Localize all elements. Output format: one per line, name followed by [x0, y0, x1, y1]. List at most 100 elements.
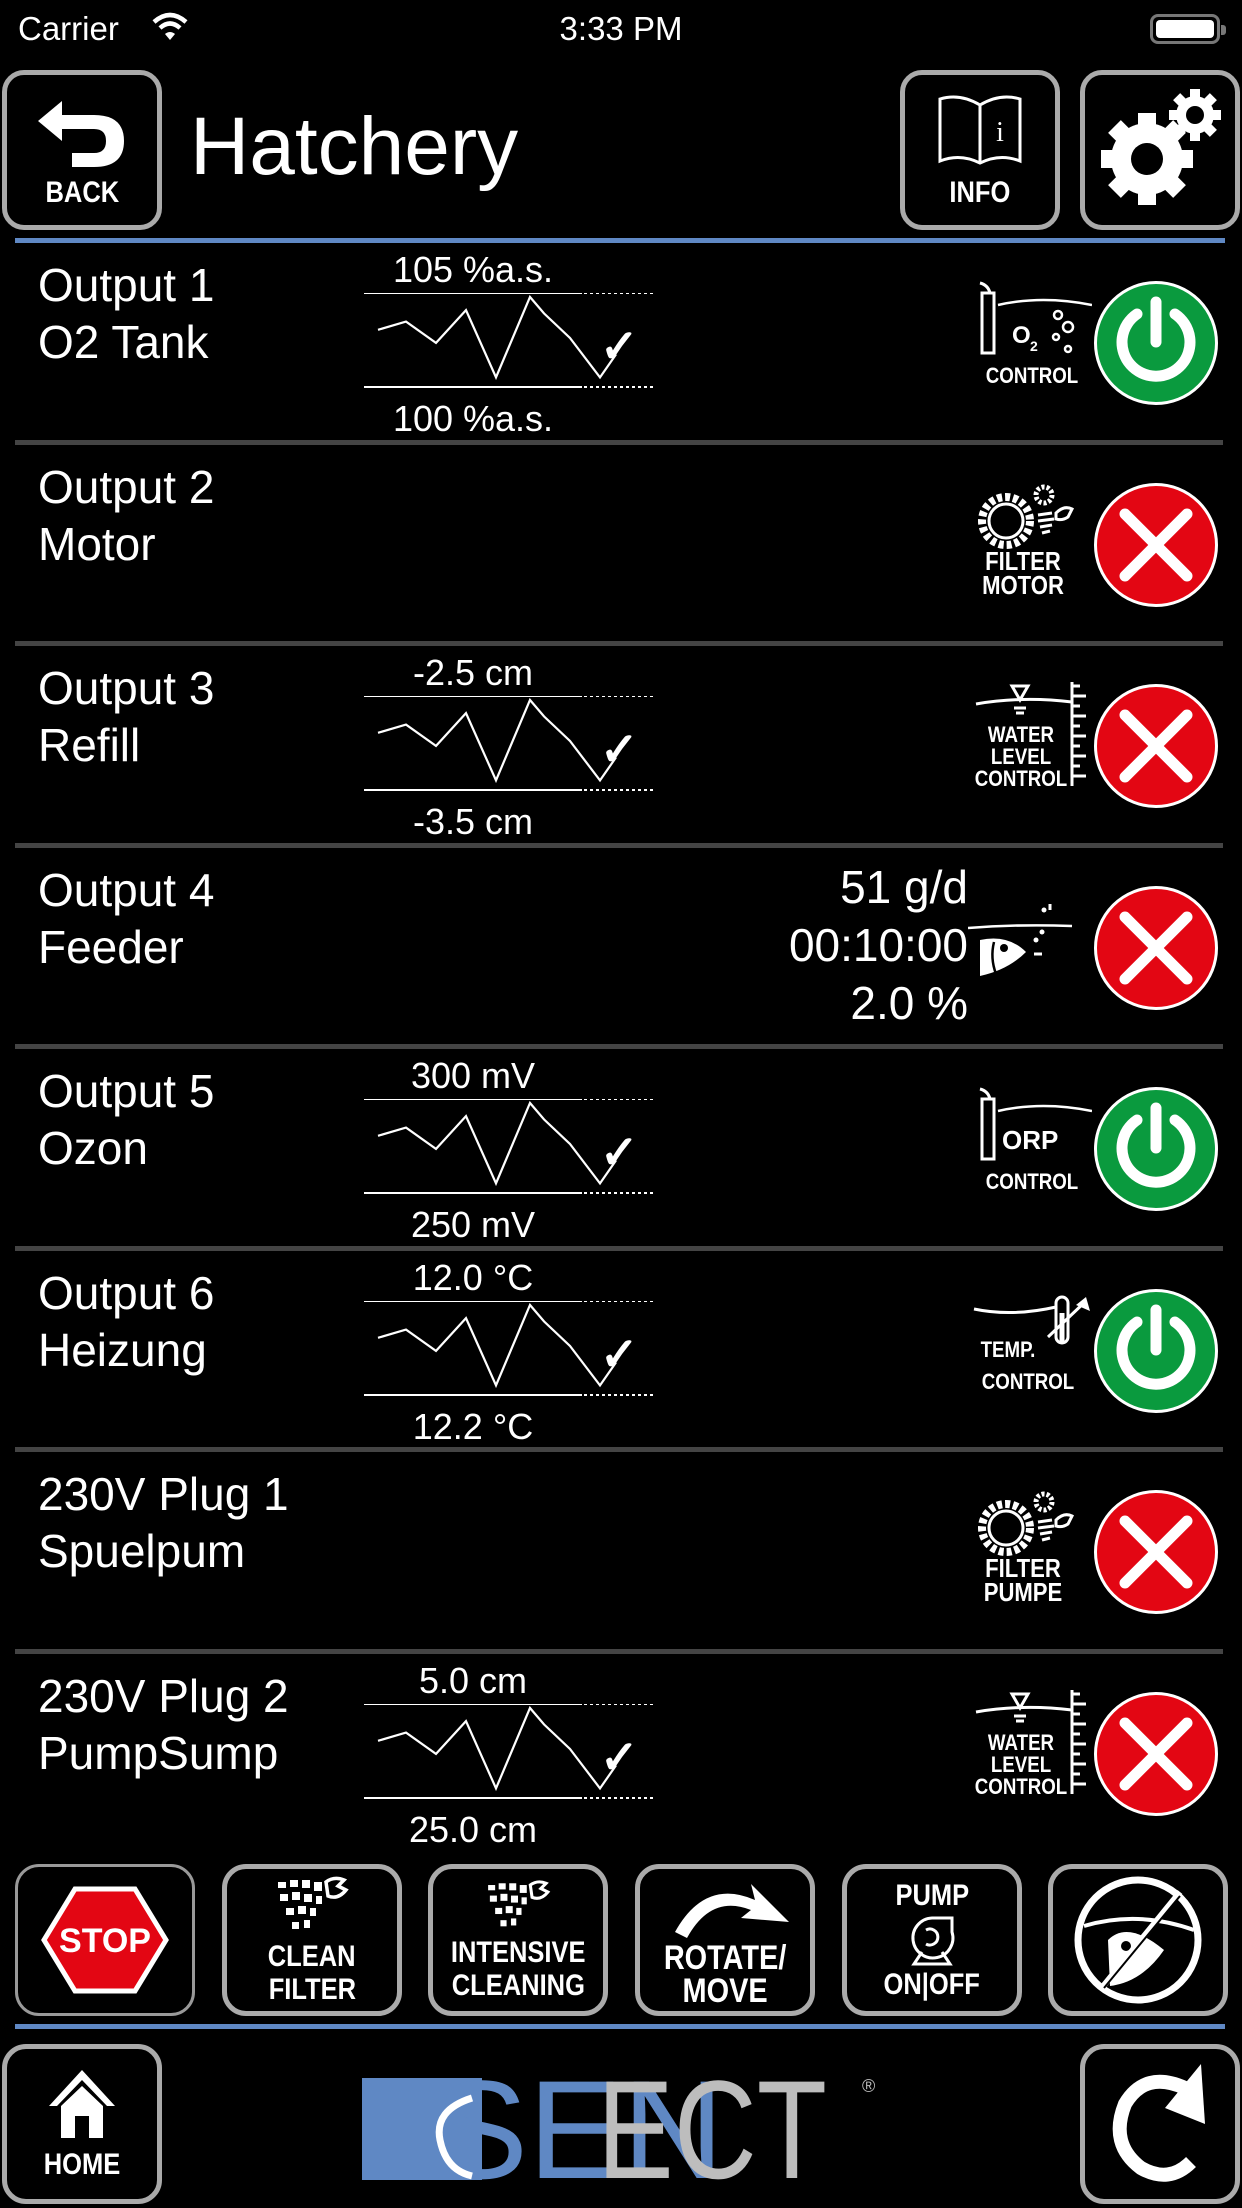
pump-icon [911, 1916, 955, 1966]
o2-control-icon: O2 CONTROL [972, 279, 1093, 399]
icon-caption: LEVEL [990, 1751, 1052, 1777]
trend-line [377, 1100, 617, 1187]
output-state-toggle-on[interactable] [1094, 1288, 1218, 1413]
lower-setpoint: 100 %a.s. [392, 398, 554, 439]
filter-motor-icon: FILTER MOTOR [972, 481, 1092, 601]
output-name: Output 4 Feeder [38, 862, 214, 976]
output-channel-label: Output 1 [38, 259, 215, 311]
output-row[interactable]: Output 1 O2 Tank 105 %a.s. ✓ 100 %a.s. O2… [0, 243, 1242, 445]
output-device-label: PumpSump [38, 1726, 279, 1779]
lower-setpoint: 12.2 °C [412, 1405, 534, 1447]
feeder-value: 2.0 % [850, 976, 968, 1029]
feeder-fish-icon [967, 884, 1092, 1004]
clean-filter-label-1: CLEAN [268, 1940, 356, 1973]
manual-book-icon: i [930, 91, 1030, 176]
setpoint-trend: 5.0 cm ✓ 25.0 cm [364, 1661, 654, 1850]
lower-setpoint: 250 mV [410, 1204, 536, 1245]
trend-line [377, 697, 617, 784]
check-icon: ✓ [600, 1730, 639, 1783]
output-device-label: Heizung [38, 1323, 207, 1376]
output-state-toggle-off[interactable] [1094, 885, 1218, 1010]
setpoint-trend: -2.5 cm ✓ -3.5 cm [364, 654, 654, 842]
output-row[interactable]: 230V Plug 2 PumpSump 5.0 cm ✓ 25.0 cm WAT… [0, 1654, 1242, 1856]
home-label: HOME [43, 2148, 121, 2181]
output-device-label: Feeder [38, 920, 184, 973]
icon-caption: LEVEL [990, 744, 1052, 769]
lower-setpoint: -3.5 cm [412, 801, 534, 842]
output-name: Output 6 Heizung [38, 1265, 214, 1379]
settings-button[interactable] [1080, 70, 1240, 230]
output-name: 230V Plug 2 PumpSump [38, 1668, 289, 1782]
output-channel-label: Output 2 [38, 460, 215, 513]
icon-caption: WATER [987, 1729, 1055, 1755]
clean-filter-button[interactable]: CLEAN FILTER [222, 1864, 402, 2016]
output-row[interactable]: Output 2 Motor FILTER MOTOR [0, 445, 1242, 646]
output-state-toggle-on[interactable] [1094, 281, 1218, 405]
page-title: Hatchery [190, 101, 519, 192]
output-name: 230V Plug 1 Spuelpum [38, 1466, 289, 1580]
output-state-toggle-off[interactable] [1094, 684, 1218, 808]
filter-pump-icon: FILTER PUMPE [972, 1488, 1092, 1608]
gears-icon [1095, 83, 1225, 218]
home-button[interactable]: HOME [2, 2044, 162, 2204]
output-row[interactable]: 230V Plug 1 Spuelpum FILTER PUMPE [0, 1452, 1242, 1654]
pump-label: PUMP [895, 1879, 969, 1912]
output-state-toggle-off[interactable] [1094, 1691, 1218, 1816]
close-x-icon [1119, 1515, 1193, 1589]
senect-logo: SEN ECT ® [362, 2051, 882, 2208]
check-icon: ✓ [600, 1126, 639, 1178]
output-name: Output 1 O2 Tank [38, 257, 214, 371]
output-device-label: O2 Tank [38, 316, 209, 368]
intensive-cleaning-button[interactable]: INTENSIVE CLEANING [428, 1864, 608, 2016]
output-row[interactable]: Output 4 Feeder 51 g/d 00:10:00 2.0 % [0, 848, 1242, 1049]
output-state-toggle-off[interactable] [1094, 1490, 1218, 1614]
lower-setpoint: 25.0 cm [408, 1808, 538, 1850]
no-feeding-button[interactable] [1048, 1864, 1228, 2016]
home-icon [49, 2070, 115, 2138]
orp-control-icon: ORP CONTROL [972, 1085, 1093, 1205]
back-button[interactable]: BACK [2, 70, 162, 230]
output-channel-label: Output 5 [38, 1065, 215, 1117]
output-name: Output 5 Ozon [38, 1063, 214, 1177]
pump-on-off-button[interactable]: PUMP ON|OFF [842, 1864, 1022, 2016]
rotate-move-label-2: MOVE [682, 1972, 768, 2010]
icon-caption: CONTROL [985, 363, 1079, 388]
icon-caption: CONTROL [981, 1368, 1075, 1394]
battery-icon [1150, 14, 1226, 44]
close-x-icon [1119, 1717, 1193, 1790]
output-row[interactable]: Output 6 Heizung 12.0 °C ✓ 12.2 °C TEMP. … [0, 1251, 1242, 1452]
intensive-cleaning-label-1: INTENSIVE [450, 1936, 586, 1969]
setpoint-trend: 300 mV ✓ 250 mV [364, 1057, 654, 1245]
back-label: BACK [45, 175, 119, 209]
output-state-toggle-on[interactable] [1094, 1087, 1218, 1211]
output-list: Output 1 O2 Tank 105 %a.s. ✓ 100 %a.s. O2… [0, 243, 1242, 1855]
svg-text:ORP: ORP [1002, 1125, 1058, 1155]
rotate-arrow-icon [675, 1884, 789, 1938]
output-state-toggle-off[interactable] [1094, 482, 1218, 607]
output-device-label: Ozon [38, 1122, 148, 1174]
output-device-label: Motor [38, 517, 156, 570]
stop-button[interactable]: STOP [15, 1864, 195, 2016]
refresh-icon [1112, 2064, 1205, 2182]
on-off-label: ON|OFF [883, 1968, 981, 2001]
setpoint-trend: 12.0 °C ✓ 12.2 °C [364, 1256, 654, 1447]
output-row[interactable]: Output 5 Ozon 300 mV ✓ 250 mV ORP CONTROL [0, 1049, 1242, 1251]
intensive-cleaning-label-2: CLEANING [451, 1969, 585, 2002]
output-channel-label: Output 6 [38, 1266, 215, 1319]
trend-line [377, 294, 617, 381]
trend-line [377, 1705, 617, 1791]
toolbar-divider [15, 2024, 1225, 2029]
back-arrow-icon [32, 91, 132, 176]
rotate-move-button[interactable]: ROTATE/ MOVE [635, 1864, 815, 2016]
output-channel-label: Output 4 [38, 863, 215, 916]
output-name: Output 2 Motor [38, 459, 214, 573]
no-feeding-icon [1074, 1876, 1202, 2004]
close-x-icon [1119, 911, 1193, 984]
registered-mark: ® [862, 2076, 875, 2096]
upper-setpoint: 12.0 °C [412, 1256, 534, 1298]
refresh-button[interactable] [1080, 2044, 1240, 2204]
info-button[interactable]: i INFO [900, 70, 1060, 230]
svg-text:O: O [1012, 322, 1031, 349]
output-row[interactable]: Output 3 Refill -2.5 cm ✓ -3.5 cm WATER LE… [0, 646, 1242, 848]
feeder-values: 51 g/d 00:10:00 2.0 % [789, 858, 968, 1032]
